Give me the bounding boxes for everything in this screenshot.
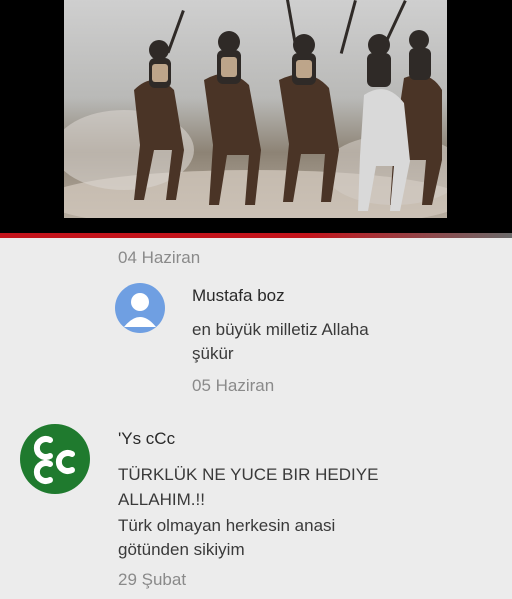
ccc-emblem-icon[interactable] [20,424,90,494]
comment-text-line: götünden sikiyim [118,540,245,559]
horsemen-illustration [64,0,447,218]
comment-text-line: Türk olmayan herkesin anasi [118,516,336,535]
comment-text-line: şükür [192,344,234,363]
comment-author[interactable]: Mustafa boz [192,286,285,306]
video-frame [0,0,512,233]
comment-date: 05 Haziran [192,376,275,395]
previous-comment-date: 04 Haziran [118,248,201,267]
comment-text-line: ALLAHIM.!! [118,490,205,509]
comments-section: 04 Haziran Mustafa boz en büyük milletiz… [0,238,512,599]
comment-text-line: en büyük milletiz Allaha [192,320,369,339]
comment-date: 29 Şubat [118,570,187,589]
comment-author[interactable]: 'Ys cCc [118,429,175,449]
default-user-icon[interactable] [115,283,165,333]
horsemen-photo[interactable] [64,0,447,218]
comment-text-line: TÜRKLÜK NE YUCE BIR HEDIYE [118,465,379,484]
